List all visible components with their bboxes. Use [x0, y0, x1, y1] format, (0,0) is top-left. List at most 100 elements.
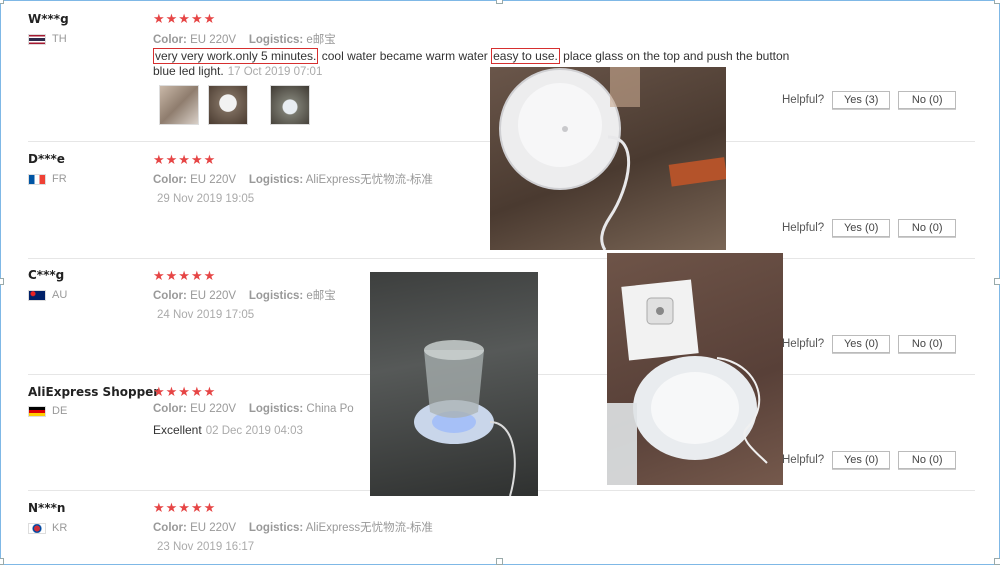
review-text-line2: blue led light. 17 Oct 2019 07:01: [153, 64, 322, 78]
logistics-label: Logistics:: [248, 522, 304, 534]
review-photo-thumbnail[interactable]: [270, 85, 310, 125]
resize-handle[interactable]: [496, 558, 503, 565]
resize-handle[interactable]: [994, 278, 1000, 285]
review-date-line: 23 Nov 2019 16:17: [157, 539, 254, 553]
australia-flag-icon: [28, 289, 46, 301]
color-value: EU 220V: [190, 522, 237, 534]
logistics-value: AliExpress无忧物流-标准: [305, 522, 433, 534]
review-meta: Color: EU 220V Logistics: e邮宝: [153, 31, 336, 47]
color-label: Color:: [153, 174, 187, 186]
review-text: very very work.only 5 minutes. cool wate…: [153, 48, 790, 64]
helpful-voting: Helpful? Yes (0) No (0): [782, 451, 957, 469]
helpful-voting: Helpful? Yes (0) No (0): [782, 335, 957, 353]
helpful-yes-button[interactable]: Yes (3): [832, 91, 891, 109]
helpful-no-button[interactable]: No (0): [898, 335, 957, 353]
rating-stars: ★★★★★: [153, 384, 217, 399]
reviewer-country: DE: [28, 405, 67, 417]
helpful-no-button[interactable]: No (0): [898, 91, 957, 109]
rating-stars: ★★★★★: [153, 268, 217, 283]
color-value: EU 220V: [190, 403, 237, 415]
france-flag-icon: [28, 173, 46, 185]
reviewer-name: N***n: [28, 501, 66, 515]
review-photo-large[interactable]: [370, 272, 538, 496]
logistics-value: AliExpress无忧物流-标准: [305, 174, 433, 186]
reviewer-country: KR: [28, 522, 67, 534]
resize-handle[interactable]: [496, 0, 503, 4]
packaged-coaster-with-plug-image: [607, 279, 768, 485]
helpful-yes-button[interactable]: Yes (0): [832, 219, 891, 237]
helpful-no-button[interactable]: No (0): [898, 219, 957, 237]
review-photo-thumbnail[interactable]: [159, 85, 199, 125]
helpful-voting: Helpful? Yes (0) No (0): [782, 219, 957, 237]
helpful-label: Helpful?: [782, 94, 825, 106]
reviewer-country: TH: [28, 33, 67, 45]
reviewer-name: C***g: [28, 268, 65, 282]
glass-on-coaster-image: [414, 340, 516, 496]
review-text-part: blue led light.: [153, 64, 224, 78]
color-label: Color:: [153, 290, 187, 302]
korea-flag-icon: [28, 522, 46, 534]
highlighted-text: very very work.only 5 minutes.: [153, 48, 319, 64]
country-code: DE: [52, 405, 68, 417]
coaster-device-image: [499, 67, 726, 250]
review-divider: [28, 258, 975, 259]
logistics-label: Logistics:: [248, 290, 304, 302]
review-date: 29 Nov 2019 19:05: [157, 193, 255, 205]
color-value: EU 220V: [190, 174, 237, 186]
helpful-label: Helpful?: [782, 454, 825, 466]
review-meta: Color: EU 220V Logistics: AliExpress无忧物流…: [153, 519, 433, 535]
review-text-part: cool water became warm water: [318, 49, 492, 63]
resize-handle[interactable]: [994, 558, 1000, 565]
reviewer-name: W***g: [28, 12, 69, 26]
resize-handle[interactable]: [0, 558, 4, 565]
color-value: EU 220V: [190, 34, 237, 46]
helpful-no-button[interactable]: No (0): [898, 451, 957, 469]
helpful-label: Helpful?: [782, 338, 825, 350]
review-photo-thumbnail[interactable]: [208, 85, 248, 125]
country-code: TH: [52, 33, 67, 45]
logistics-label: Logistics:: [248, 403, 304, 415]
helpful-label: Helpful?: [782, 222, 825, 234]
review-photo-large[interactable]: [607, 253, 783, 485]
reviewer-name: AliExpress Shopper: [28, 385, 160, 399]
color-label: Color:: [153, 34, 187, 46]
review-date: 24 Nov 2019 17:05: [157, 309, 255, 321]
country-code: KR: [52, 522, 68, 534]
reviewer-country: AU: [28, 289, 67, 301]
rating-stars: ★★★★★: [153, 11, 217, 26]
helpful-voting: Helpful? Yes (3) No (0): [782, 91, 957, 109]
reviewer-country: FR: [28, 173, 67, 185]
logistics-value: e邮宝: [306, 34, 336, 46]
logistics-label: Logistics:: [248, 174, 304, 186]
review-text-part: place glass on the top and push the butt…: [559, 49, 790, 63]
logistics-value: e邮宝: [306, 290, 336, 302]
review-date: 02 Dec 2019 04:03: [205, 425, 303, 437]
helpful-yes-button[interactable]: Yes (0): [832, 451, 891, 469]
rating-stars: ★★★★★: [153, 500, 217, 515]
review-photo-large[interactable]: [490, 67, 726, 250]
review-date-line: 29 Nov 2019 19:05: [157, 191, 254, 205]
review-meta: Color: EU 220V Logistics: AliExpress无忧物流…: [153, 171, 433, 187]
highlighted-text: easy to use.: [491, 48, 560, 64]
review-meta: Color: EU 220V Logistics: China Po: [153, 403, 354, 415]
helpful-yes-button[interactable]: Yes (0): [832, 335, 891, 353]
color-label: Color:: [153, 403, 187, 415]
resize-handle[interactable]: [0, 0, 4, 4]
germany-flag-icon: [28, 405, 46, 417]
review-date-line: 24 Nov 2019 17:05: [157, 307, 254, 321]
review-date: 17 Oct 2019 07:01: [227, 66, 323, 78]
resize-handle[interactable]: [994, 0, 1000, 4]
logistics-value: China Po: [306, 403, 354, 415]
color-value: EU 220V: [190, 290, 237, 302]
rating-stars: ★★★★★: [153, 152, 217, 167]
review-text-part: Excellent: [153, 423, 202, 437]
review-meta: Color: EU 220V Logistics: e邮宝: [153, 287, 336, 303]
country-code: FR: [52, 173, 67, 185]
review-date: 23 Nov 2019 16:17: [157, 541, 255, 553]
logistics-label: Logistics:: [248, 34, 304, 46]
thailand-flag-icon: [28, 33, 46, 45]
color-label: Color:: [153, 522, 187, 534]
reviewer-name: D***e: [28, 152, 65, 166]
review-text: Excellent 02 Dec 2019 04:03: [153, 423, 303, 437]
resize-handle[interactable]: [0, 278, 4, 285]
